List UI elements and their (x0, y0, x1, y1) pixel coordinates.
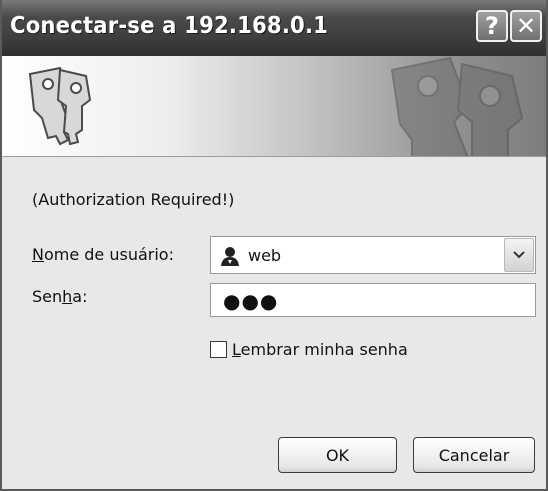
window-title: Conectar-se a 192.168.0.1 (10, 13, 329, 39)
username-dropdown-button[interactable] (504, 238, 534, 272)
password-label-mnemonic: h (62, 287, 73, 306)
help-icon: ? (485, 12, 499, 40)
chevron-down-icon (513, 251, 525, 259)
ok-button[interactable]: OK (278, 437, 397, 473)
password-mask: ●●● (223, 289, 279, 313)
cancel-button[interactable]: Cancelar (413, 437, 535, 473)
password-label-pre: Sen (32, 287, 63, 306)
keys-watermark-icon (390, 56, 524, 156)
title-bar[interactable]: Conectar-se a 192.168.0.1 ? ✕ (2, 0, 546, 56)
close-icon: ✕ (515, 12, 537, 40)
help-button[interactable]: ? (476, 10, 508, 42)
username-value: web (248, 246, 282, 265)
ok-button-label: OK (325, 445, 350, 465)
keys-icon (28, 66, 92, 146)
remember-label-mnemonic: L (232, 340, 241, 359)
remember-password-checkbox[interactable] (210, 341, 227, 358)
username-combobox[interactable]: web (210, 236, 536, 274)
username-label: Nome de usuário: (32, 245, 174, 264)
remember-password-label[interactable]: Lembrar minha senha (232, 340, 408, 359)
close-button[interactable]: ✕ (510, 10, 542, 42)
cancel-button-label: Cancelar (438, 445, 510, 465)
login-dialog: Conectar-se a 192.168.0.1 ? ✕ (Authoriza… (0, 0, 548, 491)
username-label-text: ome de usuário: (43, 245, 174, 264)
authorization-message: (Authorization Required!) (32, 190, 235, 209)
password-label-post: a: (72, 287, 88, 306)
password-field[interactable]: ●●● (210, 283, 536, 317)
banner (2, 56, 546, 157)
username-label-mnemonic: N (32, 245, 44, 264)
password-label: Senha: (32, 287, 87, 306)
user-icon (221, 247, 239, 266)
remember-label-text: embrar minha senha (240, 340, 408, 359)
